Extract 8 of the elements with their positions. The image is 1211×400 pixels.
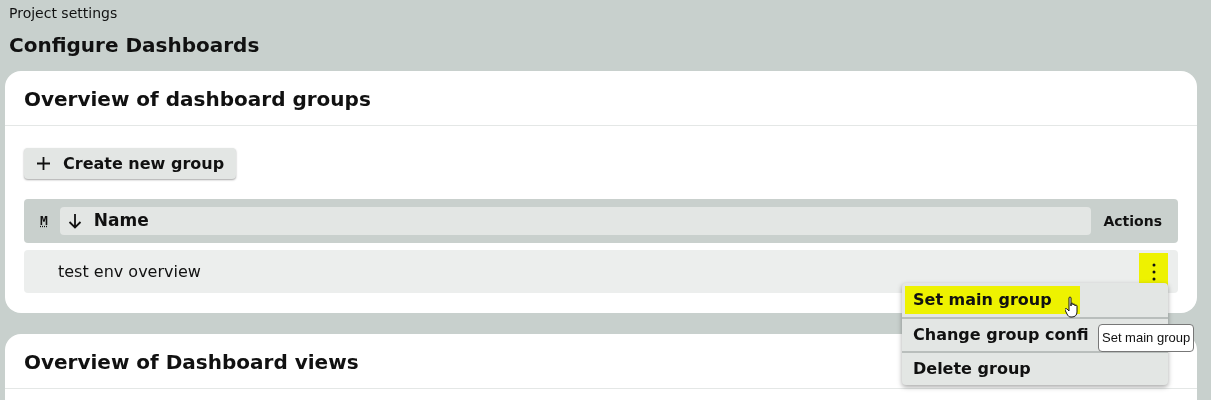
group-name: test env overview [58,260,202,283]
column-header: Actions [1102,211,1163,231]
page-title: Configure Dashboards [9,32,260,59]
card-title: Overview of dashboard groups [24,86,371,113]
card-title: Overview of Dashboard views [24,349,359,376]
breadcrumb: Project settings [9,4,118,23]
column-label: Name [93,209,149,233]
tooltip: Set main group [1098,324,1195,352]
